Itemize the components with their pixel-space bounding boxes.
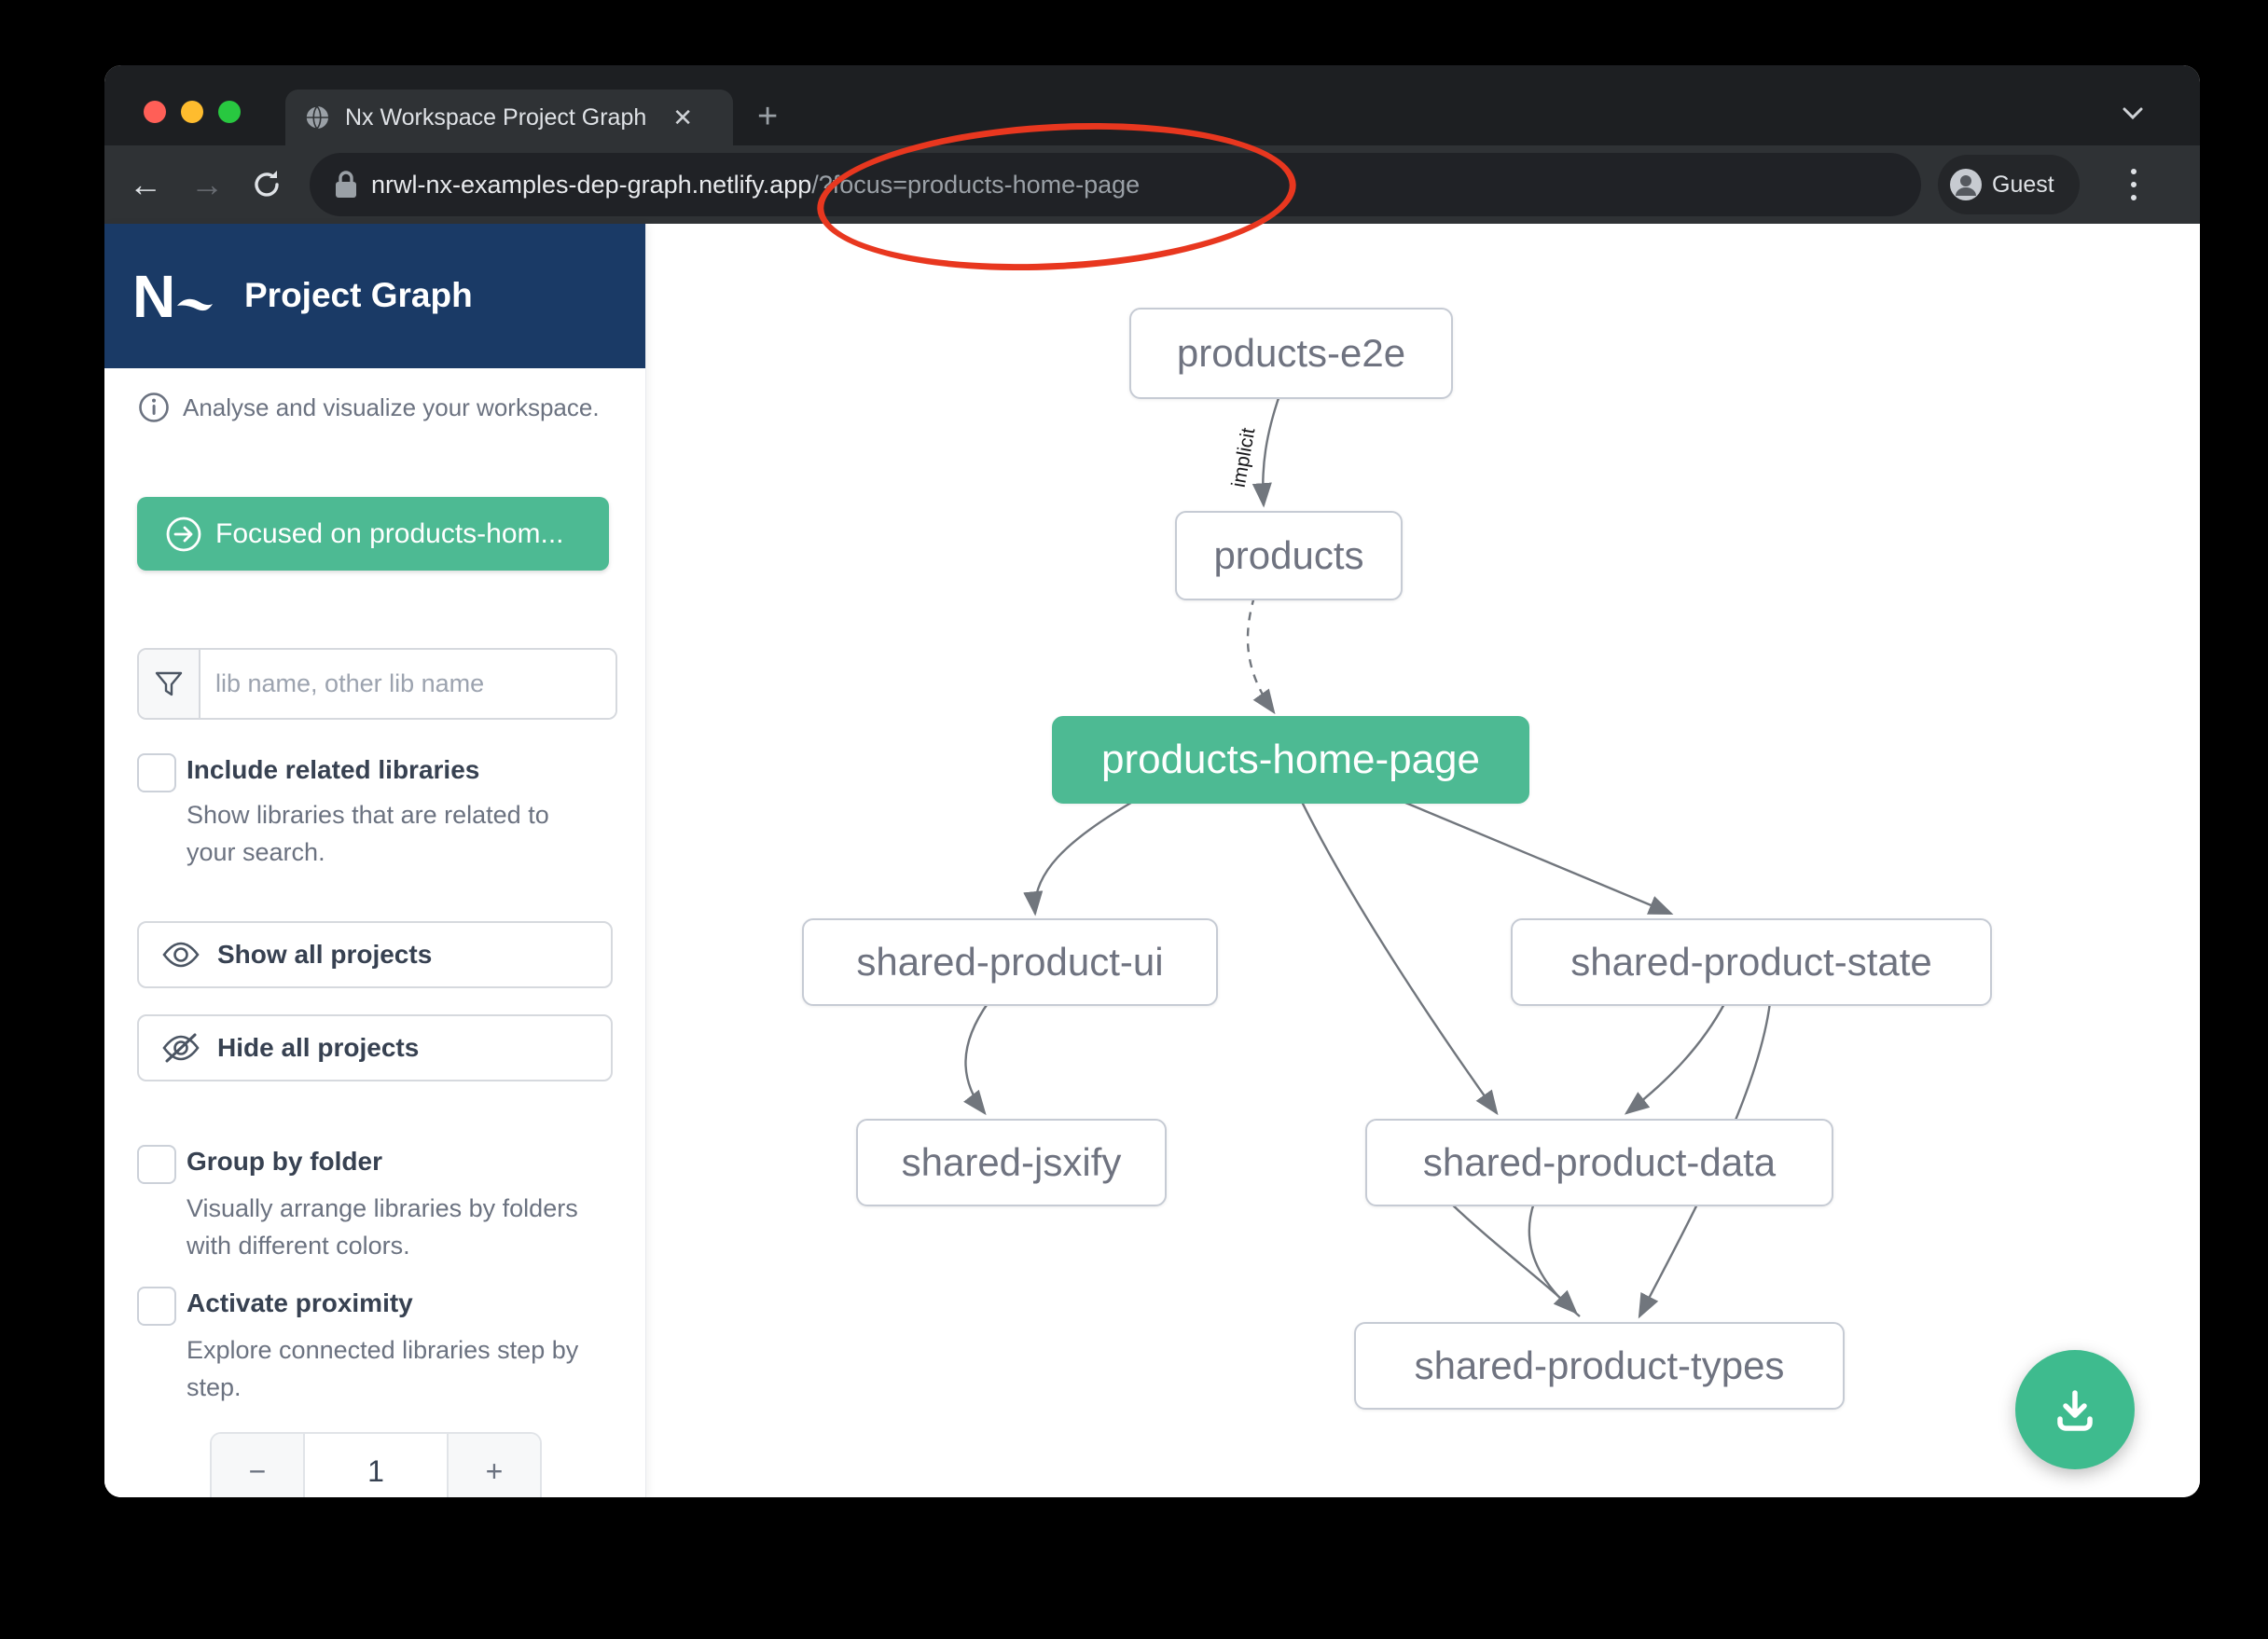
edge-homepage-ui	[1035, 800, 1136, 914]
tab-search-chevron-icon[interactable]	[2119, 104, 2147, 123]
graph-node-products-e2e[interactable]: products-e2e	[1129, 308, 1453, 399]
page-content: N Project Graph Analyse and visualize yo…	[104, 224, 2200, 1497]
hide-all-projects-label: Hide all projects	[217, 1033, 419, 1063]
browser-window: Nx Workspace Project Graph ✕ + ← → nrwl-…	[104, 65, 2200, 1497]
eye-off-icon	[161, 1032, 201, 1064]
url-text: nrwl-nx-examples-dep-graph.netlify.app/?…	[371, 171, 1140, 200]
eye-icon	[161, 941, 201, 969]
proximity-stepper: − 1 +	[210, 1432, 542, 1497]
focused-on-label: Focused on products-hom...	[215, 518, 564, 550]
group-by-folder-label: Group by folder	[187, 1147, 382, 1177]
info-icon	[138, 392, 170, 423]
browser-menu-button[interactable]	[2121, 158, 2147, 211]
edge-e2e-products	[1263, 395, 1279, 505]
graph-node-products-home-page[interactable]: products-home-page	[1052, 716, 1529, 804]
focused-on-button[interactable]: Focused on products-hom...	[137, 497, 609, 571]
tagline: Analyse and visualize your workspace.	[183, 393, 600, 422]
edge-homepage-state	[1399, 800, 1671, 914]
edge-state-data	[1626, 1002, 1725, 1113]
stepper-value: 1	[305, 1434, 447, 1497]
browser-tab[interactable]: Nx Workspace Project Graph ✕	[285, 90, 733, 145]
maximize-window-button[interactable]	[218, 101, 241, 123]
lock-icon	[334, 170, 358, 200]
globe-favicon-icon	[304, 104, 330, 131]
show-all-projects-button[interactable]: Show all projects	[137, 921, 613, 988]
graph-node-shared-product-state[interactable]: shared-product-state	[1511, 918, 1992, 1006]
graph-node-shared-product-types[interactable]: shared-product-types	[1354, 1322, 1845, 1410]
sidebar-header: N Project Graph	[104, 224, 645, 368]
back-button[interactable]: ←	[127, 166, 164, 203]
group-by-folder-checkbox[interactable]	[137, 1145, 176, 1184]
edge-ui-jsxify	[965, 1002, 989, 1113]
graph-node-shared-product-data[interactable]: shared-product-data	[1365, 1119, 1833, 1206]
tagline-row: Analyse and visualize your workspace.	[138, 392, 600, 423]
reload-button[interactable]	[248, 166, 285, 203]
url-bar[interactable]: nrwl-nx-examples-dep-graph.netlify.app/?…	[310, 153, 1921, 216]
browser-tab-bar: Nx Workspace Project Graph ✕ +	[104, 65, 2200, 145]
new-tab-button[interactable]: +	[757, 103, 778, 131]
profile-button[interactable]: Guest	[1938, 155, 2080, 214]
stepper-increment-button[interactable]: +	[447, 1434, 540, 1497]
show-all-projects-label: Show all projects	[217, 940, 432, 970]
url-path: /?focus=products-home-page	[811, 171, 1140, 199]
activate-proximity-desc: Explore connected libraries step by step…	[187, 1331, 578, 1406]
edge-homepage-data	[1301, 800, 1497, 1113]
edge-label-implicit: implicit	[1228, 426, 1260, 489]
hide-all-projects-button[interactable]: Hide all projects	[137, 1014, 613, 1081]
download-icon	[2047, 1382, 2103, 1438]
filter-input[interactable]	[201, 650, 615, 718]
graph-node-shared-jsxify[interactable]: shared-jsxify	[856, 1119, 1167, 1206]
download-image-button[interactable]	[2015, 1350, 2135, 1469]
arrow-right-circle-icon	[165, 516, 202, 553]
close-window-button[interactable]	[144, 101, 166, 123]
include-related-desc: Show libraries that are related to your …	[187, 796, 549, 871]
funnel-icon	[139, 650, 201, 718]
url-domain: nrwl-nx-examples-dep-graph.netlify.app	[371, 171, 811, 199]
activate-proximity-checkbox[interactable]	[137, 1287, 176, 1326]
edge-products-homepage	[1248, 597, 1274, 712]
group-by-folder-desc: Visually arrange libraries by folders wi…	[187, 1190, 578, 1264]
include-related-checkbox[interactable]	[137, 753, 176, 792]
forward-button[interactable]: →	[188, 166, 226, 203]
include-related-label: Include related libraries	[187, 755, 479, 785]
graph-node-shared-product-ui[interactable]: shared-product-ui	[802, 918, 1218, 1006]
screenshot-root: Nx Workspace Project Graph ✕ + ← → nrwl-…	[0, 0, 2268, 1639]
stepper-decrement-button[interactable]: −	[212, 1434, 305, 1497]
avatar-icon	[1949, 168, 1983, 201]
activate-proximity-label: Activate proximity	[187, 1288, 413, 1318]
svg-text:N: N	[132, 265, 175, 330]
tab-title: Nx Workspace Project Graph	[345, 104, 646, 131]
nx-logo: N	[132, 265, 218, 330]
edge-data-types-2	[1529, 1203, 1580, 1316]
sidebar: N Project Graph Analyse and visualize yo…	[104, 224, 646, 1497]
profile-label: Guest	[1992, 172, 2054, 199]
minimize-window-button[interactable]	[181, 101, 203, 123]
filter-box	[137, 648, 617, 720]
close-tab-icon[interactable]: ✕	[672, 103, 693, 132]
browser-toolbar: ← → nrwl-nx-examples-dep-graph.netlify.a…	[104, 145, 2200, 224]
graph-node-products[interactable]: products	[1175, 511, 1403, 600]
app-title: Project Graph	[244, 276, 473, 315]
